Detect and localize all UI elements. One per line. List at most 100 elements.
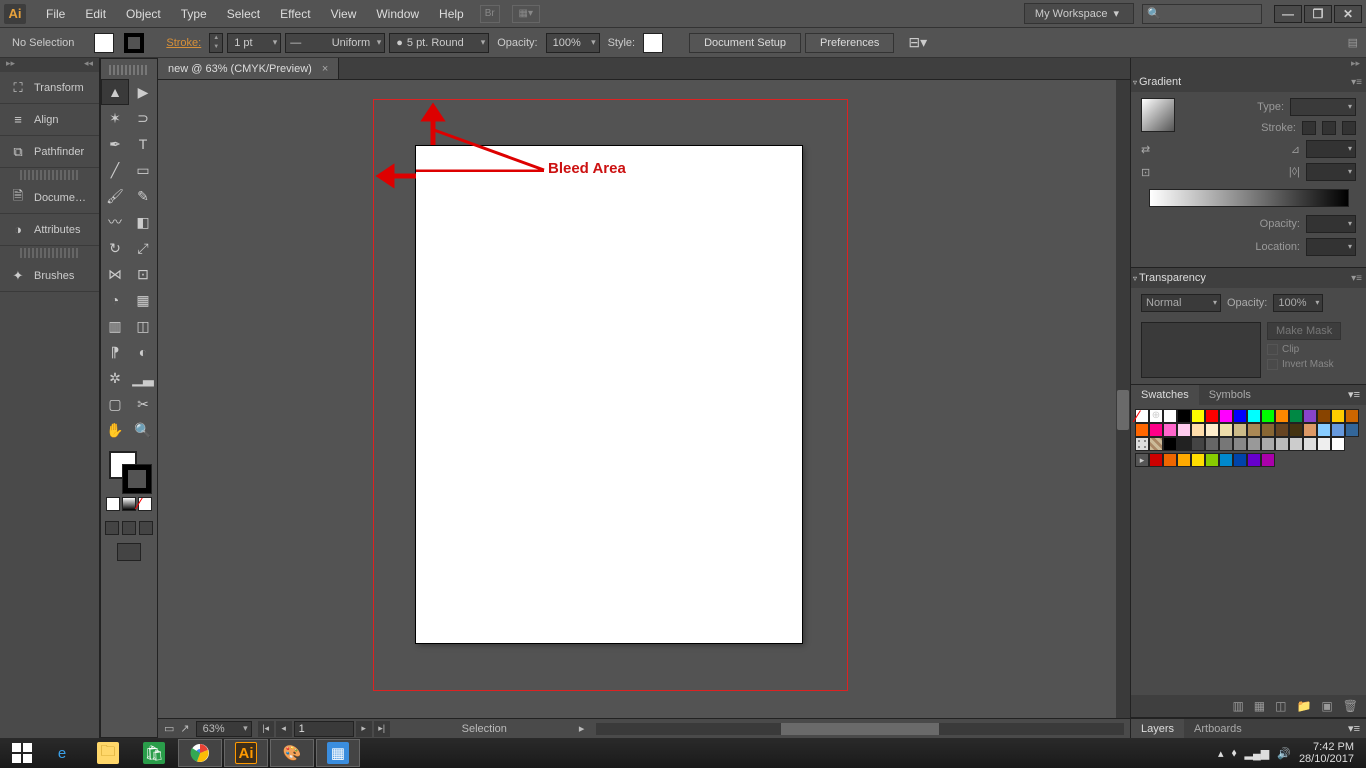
stroke-profile-dropdown[interactable]: —Uniform xyxy=(285,33,385,53)
color-mode-gradient[interactable] xyxy=(122,497,136,511)
swatch-color[interactable] xyxy=(1219,409,1233,423)
swatch-grey[interactable] xyxy=(1317,437,1331,451)
tool-type[interactable]: T xyxy=(130,132,156,156)
fill-swatch[interactable] xyxy=(94,33,114,53)
stroke-weight-spinner[interactable]: ▲▼ xyxy=(209,33,223,53)
tool-rotate[interactable]: ↻ xyxy=(102,236,128,260)
grad-stop-opacity[interactable] xyxy=(1306,215,1356,233)
tool-hand[interactable]: ✋ xyxy=(102,418,128,442)
tray-clock[interactable]: 7:42 PM 28/10/2017 xyxy=(1299,741,1354,765)
dock-collapse-icon[interactable]: ◂◂ xyxy=(84,58,93,72)
swatch-pattern[interactable] xyxy=(1149,437,1163,451)
tool-zoom[interactable]: 🔍 xyxy=(130,418,156,442)
taskbar-app[interactable]: ▦ xyxy=(316,739,360,767)
swatch-grey[interactable] xyxy=(1219,437,1233,451)
status-menu-icon[interactable]: ▸ xyxy=(579,722,585,735)
menu-object[interactable]: Object xyxy=(116,3,171,25)
grad-stroke-2[interactable] xyxy=(1322,121,1336,135)
swatch-group[interactable]: ▸ xyxy=(1135,453,1149,467)
tool-artboard[interactable]: ▢ xyxy=(102,392,128,416)
swatch-color[interactable] xyxy=(1233,409,1247,423)
transparency-menu-icon[interactable]: ▾≡ xyxy=(1351,273,1362,284)
artboard-next-icon[interactable]: ↗ xyxy=(180,722,189,735)
draw-behind[interactable] xyxy=(122,521,136,535)
swatch-color[interactable] xyxy=(1219,453,1233,467)
gradient-type-dropdown[interactable] xyxy=(1290,98,1356,116)
stroke-color[interactable] xyxy=(123,465,151,493)
swatch-none[interactable]: ⁄ xyxy=(1135,409,1149,423)
gradient-angle[interactable] xyxy=(1306,140,1356,158)
fill-stroke-swatches[interactable] xyxy=(107,451,151,489)
delete-swatch-icon[interactable]: 🗑 xyxy=(1343,699,1358,713)
panel-transform[interactable]: ⛶Transform xyxy=(0,72,99,104)
grad-stop-location[interactable] xyxy=(1306,238,1356,256)
swatch-pattern[interactable] xyxy=(1135,437,1149,451)
swatch-color[interactable] xyxy=(1345,409,1359,423)
tool-perspective[interactable]: ▦ xyxy=(130,288,156,312)
tool-line[interactable]: ╱ xyxy=(102,158,128,182)
window-restore[interactable]: ❐ xyxy=(1304,5,1332,23)
artboard-number[interactable]: 1 xyxy=(294,721,354,737)
swatch-color[interactable] xyxy=(1289,423,1303,437)
control-menu-icon[interactable]: ▤ xyxy=(1348,36,1358,49)
tool-pen[interactable]: ✒ xyxy=(102,132,128,156)
brush-dropdown[interactable]: ●5 pt. Round xyxy=(389,33,489,53)
new-swatch-icon[interactable]: ▣ xyxy=(1321,699,1332,713)
swatch-options-icon[interactable]: ◫ xyxy=(1275,699,1286,713)
taskbar-store[interactable]: 🛍 xyxy=(132,739,176,767)
close-tab-icon[interactable]: × xyxy=(322,63,328,75)
swatch-color[interactable] xyxy=(1289,409,1303,423)
swatch-color[interactable] xyxy=(1303,423,1317,437)
color-mode-solid[interactable] xyxy=(106,497,120,511)
align-to-icon[interactable]: ⊟▾ xyxy=(908,34,927,51)
swatch-grey[interactable] xyxy=(1289,437,1303,451)
swatch-color[interactable] xyxy=(1205,409,1219,423)
transparency-opacity[interactable]: 100% xyxy=(1273,294,1323,312)
reverse-gradient-icon[interactable]: ⇄ xyxy=(1141,143,1150,156)
tray-dropbox-icon[interactable]: ⬧ xyxy=(1232,747,1237,760)
tool-slice[interactable]: ✂ xyxy=(130,392,156,416)
tool-eraser[interactable]: ◧ xyxy=(130,210,156,234)
gradient-preview[interactable] xyxy=(1141,98,1175,132)
swatch-color[interactable] xyxy=(1261,453,1275,467)
tool-scale[interactable]: ⤢ xyxy=(130,236,156,260)
swatch-color[interactable] xyxy=(1191,453,1205,467)
swatch-color[interactable] xyxy=(1177,409,1191,423)
tool-direct-select[interactable]: ▶ xyxy=(130,80,156,104)
horizontal-scrollbar[interactable] xyxy=(596,723,1124,735)
panel-brushes[interactable]: ✦Brushes xyxy=(0,260,99,292)
draw-inside[interactable] xyxy=(139,521,153,535)
style-swatch[interactable] xyxy=(643,33,663,53)
last-artboard[interactable]: ▸| xyxy=(374,721,390,737)
swatch-color[interactable] xyxy=(1177,453,1191,467)
blend-mode-dropdown[interactable]: Normal xyxy=(1141,294,1221,312)
opacity-dropdown[interactable]: 100% xyxy=(546,33,600,53)
swatch-color[interactable] xyxy=(1233,423,1247,437)
swatch-grey[interactable] xyxy=(1261,437,1275,451)
search-input[interactable]: 🔍 xyxy=(1142,4,1262,24)
start-button[interactable] xyxy=(4,739,40,767)
swatch-color[interactable] xyxy=(1275,423,1289,437)
menu-view[interactable]: View xyxy=(321,3,367,25)
tool-paintbrush[interactable]: 🖌 xyxy=(102,184,128,208)
clip-checkbox[interactable]: Clip xyxy=(1267,344,1341,355)
swatch-color[interactable] xyxy=(1191,423,1205,437)
grad-stroke-3[interactable] xyxy=(1342,121,1356,135)
tab-artboards[interactable]: Artboards xyxy=(1184,719,1252,738)
tray-expand-icon[interactable]: ▴ xyxy=(1218,747,1224,760)
draw-normal[interactable] xyxy=(105,521,119,535)
swatch-color[interactable] xyxy=(1247,453,1261,467)
taskbar-ie[interactable]: e xyxy=(40,739,84,767)
swatch-color[interactable] xyxy=(1191,409,1205,423)
screen-mode[interactable] xyxy=(117,543,141,561)
menu-window[interactable]: Window xyxy=(366,3,429,25)
swatch-color[interactable] xyxy=(1261,409,1275,423)
prev-artboard[interactable]: ◂ xyxy=(276,721,292,737)
tool-magic-wand[interactable]: ✶ xyxy=(102,106,128,130)
tool-blob-brush[interactable]: 〰 xyxy=(102,210,128,234)
panel-attributes[interactable]: ◑Attributes xyxy=(0,214,99,246)
canvas-viewport[interactable]: Bleed Area xyxy=(158,80,1130,718)
panel-document-info[interactable]: 🗎Docume… xyxy=(0,182,99,214)
panel-align[interactable]: ≡Align xyxy=(0,104,99,136)
swatch-grey[interactable] xyxy=(1275,437,1289,451)
